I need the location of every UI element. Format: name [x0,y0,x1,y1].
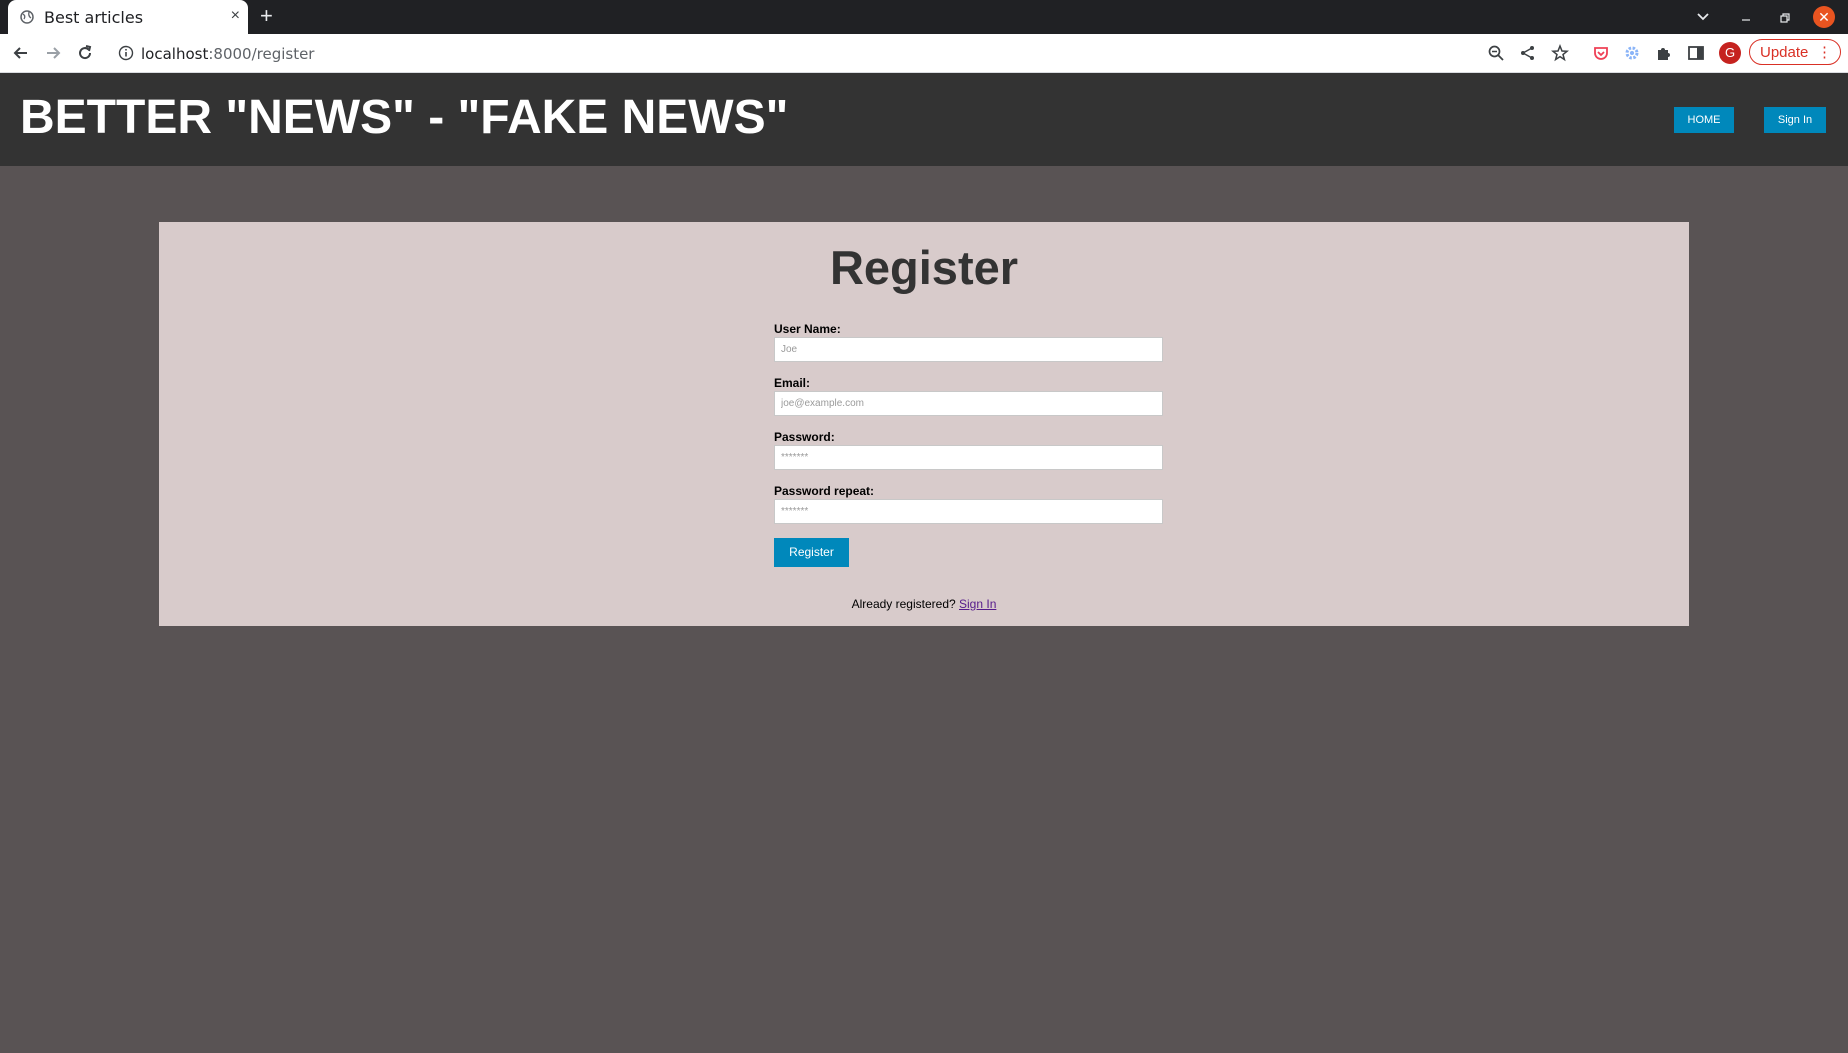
signin-link[interactable]: Sign In [959,597,996,611]
bookmark-star-icon[interactable] [1551,44,1569,62]
page-title: Register [829,241,1019,294]
url-path: :8000/register [208,45,315,63]
globe-icon [20,10,34,24]
pocket-extension-icon[interactable] [1592,44,1610,62]
update-button[interactable]: Update ⋮ [1749,39,1841,65]
window-close-button[interactable]: ✕ [1813,6,1835,28]
tab-title: Best articles [44,8,144,27]
reload-icon[interactable] [75,43,95,63]
new-tab-button[interactable]: + [260,4,273,28]
username-label: User Name: [774,322,841,336]
password-repeat-input[interactable] [774,499,1163,524]
extensions-puzzle-icon[interactable] [1655,44,1673,62]
register-card: Register User Name: Email: Password: Pas… [159,222,1689,626]
side-panel-icon[interactable] [1687,44,1705,62]
password-input[interactable] [774,445,1163,470]
zoom-icon[interactable] [1487,44,1505,62]
back-arrow-icon[interactable] [11,43,31,63]
share-icon[interactable] [1519,44,1537,62]
address-bar[interactable]: localhost:8000/register [108,38,1488,68]
password-repeat-label: Password repeat: [774,484,875,498]
url-host: localhost [141,45,209,63]
signin-prompt: Already registered? Sign In [159,597,1689,611]
browser-tab-bar: Best articles × + ✕ [0,0,1848,34]
tab-search-chevron-icon[interactable] [1696,10,1710,24]
close-icon: ✕ [1818,9,1830,25]
profile-avatar[interactable]: G [1719,42,1741,64]
site-header: BETTER "NEWS" - "FAKE NEWS" HOME Sign In [0,73,1848,166]
browser-toolbar: localhost:8000/register G Update ⋮ [0,34,1848,73]
browser-tab[interactable]: Best articles × [8,0,248,34]
home-button[interactable]: HOME [1674,107,1734,133]
header-signin-button[interactable]: Sign In [1764,107,1826,133]
signin-prompt-text: Already registered? [851,597,956,611]
more-menu-icon[interactable]: ⋮ [1817,40,1832,66]
password-label: Password: [774,430,835,444]
restore-icon[interactable] [1779,12,1791,24]
update-label: Update [1760,44,1809,61]
gear-extension-icon[interactable] [1623,44,1641,62]
register-button[interactable]: Register [774,538,849,567]
minimize-icon[interactable] [1740,12,1752,22]
username-input[interactable] [774,337,1163,362]
email-label: Email: [774,376,811,390]
site-title: BETTER "NEWS" - "FAKE NEWS" [20,91,789,144]
site-info-icon[interactable] [118,45,134,61]
tab-close-icon[interactable]: × [231,7,240,25]
email-input[interactable] [774,391,1163,416]
url-text: localhost:8000/register [141,45,314,63]
forward-arrow-icon[interactable] [43,43,63,63]
